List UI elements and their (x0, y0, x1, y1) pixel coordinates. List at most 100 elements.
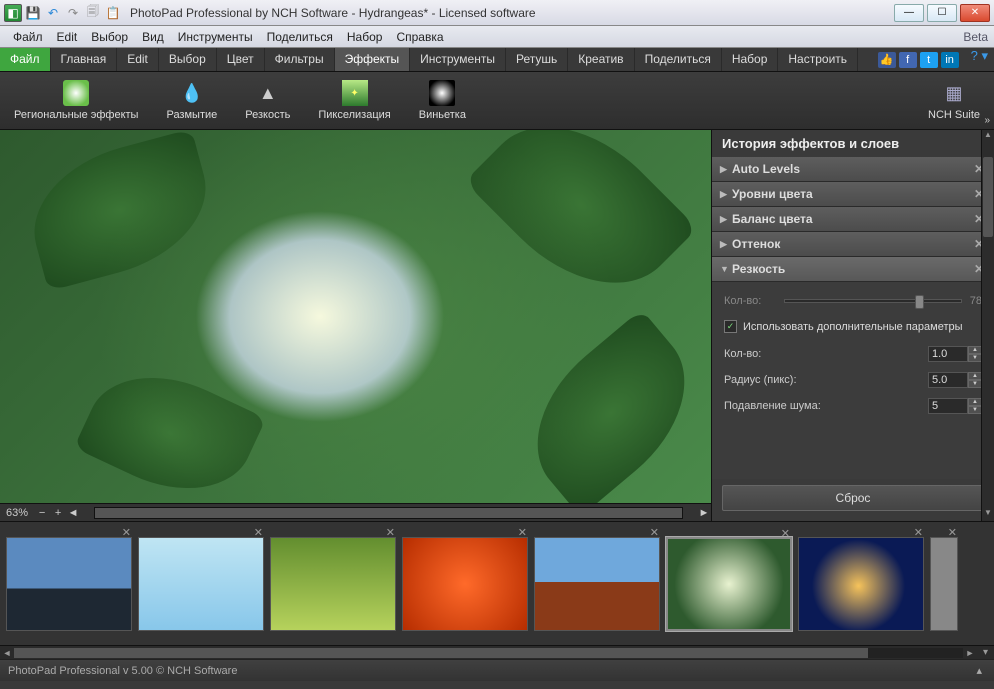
thumbnail-desert[interactable]: ✕ (534, 537, 660, 631)
menu-file[interactable]: Файл (6, 28, 50, 46)
save-icon[interactable]: 💾 (24, 4, 42, 22)
tab-креатив[interactable]: Креатив (568, 48, 634, 71)
tab-главная[interactable]: Главная (51, 48, 118, 71)
field-label-2: Подавление шума: (724, 400, 834, 412)
field-input-0[interactable] (928, 346, 968, 362)
layer-3[interactable]: ▶Оттенок✕ (712, 232, 994, 257)
tab-фильтры[interactable]: Фильтры (265, 48, 335, 71)
advanced-checkbox[interactable]: ✓ Использовать дополнительные параметры (724, 312, 982, 341)
thumbnail-hydrangeas[interactable]: ✕ (666, 537, 792, 631)
menu-tools[interactable]: Инструменты (171, 28, 260, 46)
twitter-icon[interactable]: t (920, 52, 938, 68)
amount-slider[interactable] (784, 299, 962, 303)
undo-icon[interactable]: ↶ (44, 4, 62, 22)
ribbon-blur-button[interactable]: 💧Размытие (152, 72, 231, 129)
sharp-icon: ▲ (255, 80, 281, 106)
spin-up-icon[interactable]: ▲ (968, 398, 982, 406)
field-input-1[interactable] (928, 372, 968, 388)
spin-down-icon[interactable]: ▼ (968, 406, 982, 414)
scroll-up-icon[interactable]: ▲ (982, 130, 994, 143)
panel-scrollbar[interactable]: ▲ ▼ (981, 130, 994, 521)
reset-button[interactable]: Сброс (722, 485, 984, 511)
ribbon-suite-button[interactable]: ▦NCH Suite (914, 72, 994, 129)
redo-icon[interactable]: ↷ (64, 4, 82, 22)
layer-name: Оттенок (732, 237, 972, 251)
thumb-collapse-icon[interactable]: ▾ (977, 647, 994, 658)
tab-ретушь[interactable]: Ретушь (506, 48, 568, 71)
menu-edit[interactable]: Edit (50, 28, 85, 46)
maximize-button[interactable]: ☐ (927, 4, 957, 22)
thumbnail-close-icon[interactable]: ✕ (518, 526, 527, 539)
tab-инструменты[interactable]: Инструменты (410, 48, 506, 71)
status-bar: PhotoPad Professional v 5.00 © NCH Softw… (0, 659, 994, 681)
minimize-button[interactable]: — (894, 4, 924, 22)
thumb-scroll-right-icon[interactable]: ► (963, 648, 977, 658)
ribbon-regional-button[interactable]: Региональные эффекты (0, 72, 152, 129)
thumbnail-close-icon[interactable]: ✕ (914, 526, 923, 539)
spin-down-icon[interactable]: ▼ (968, 354, 982, 362)
thumbnail-close-icon[interactable]: ✕ (122, 526, 131, 539)
like-icon[interactable]: 👍 (878, 52, 896, 68)
thumb-scroll-left-icon[interactable]: ◄ (0, 648, 14, 658)
scroll-down-icon[interactable]: ▼ (982, 508, 994, 521)
thumbnail-penguins[interactable]: ✕ (138, 537, 264, 631)
thumbnail-dahlia[interactable]: ✕ (402, 537, 528, 631)
status-expand-icon[interactable]: ▴ (972, 664, 986, 677)
tab-поделиться[interactable]: Поделиться (635, 48, 722, 71)
spin-up-icon[interactable]: ▲ (968, 346, 982, 354)
thumbnail-koala-partial[interactable]: ✕ (930, 537, 958, 631)
tab-набор[interactable]: Набор (722, 48, 779, 71)
help-icon[interactable]: ? ▾ (965, 48, 994, 71)
thumbnail-tulips[interactable]: ✕ (270, 537, 396, 631)
close-button[interactable]: ✕ (960, 4, 990, 22)
thumb-scrollbar[interactable]: ◄ ► ▾ (0, 645, 994, 659)
effects-history-panel: История эффектов и слоев ▶Auto Levels✕▶У… (711, 130, 994, 521)
hscroll-right-icon[interactable]: ► (697, 507, 711, 519)
tab-edit[interactable]: Edit (117, 48, 159, 71)
spin-down-icon[interactable]: ▼ (968, 380, 982, 388)
layer-0[interactable]: ▶Auto Levels✕ (712, 157, 994, 182)
ribbon-pixel-label: Пикселизация (318, 109, 390, 121)
hscroll-left-icon[interactable]: ◄ (66, 507, 80, 519)
field-label-0: Кол-во: (724, 348, 834, 360)
menu-select[interactable]: Выбор (84, 28, 135, 46)
tab-эффекты[interactable]: Эффекты (335, 48, 411, 71)
thumbnail-close-icon[interactable]: ✕ (650, 526, 659, 539)
paste-icon[interactable]: 📋 (104, 4, 122, 22)
thumbnail-lighthouse[interactable]: ✕ (6, 537, 132, 631)
image-canvas[interactable] (0, 130, 711, 503)
layer-4[interactable]: ▼Резкость✕ (712, 257, 994, 282)
ribbon-pixel-button[interactable]: Пикселизация (304, 72, 404, 129)
ribbon-blur-label: Размытие (166, 109, 217, 121)
menu-view[interactable]: Вид (135, 28, 171, 46)
thumbnail-close-icon[interactable]: ✕ (254, 526, 263, 539)
horizontal-scrollbar[interactable] (94, 507, 683, 519)
ribbon-regional-label: Региональные эффекты (14, 109, 138, 121)
vignette-icon (429, 80, 455, 106)
tab-настроить[interactable]: Настроить (778, 48, 858, 71)
zoom-in-button[interactable]: + (50, 507, 66, 519)
ribbon-sharp-button[interactable]: ▲Резкость (231, 72, 304, 129)
layer-2[interactable]: ▶Баланс цвета✕ (712, 207, 994, 232)
layer-1[interactable]: ▶Уровни цвета✕ (712, 182, 994, 207)
field-input-2[interactable] (928, 398, 968, 414)
ribbon-more-icon[interactable]: » (984, 115, 990, 126)
zoom-out-button[interactable]: − (34, 507, 50, 519)
spin-up-icon[interactable]: ▲ (968, 372, 982, 380)
ribbon-vignette-button[interactable]: Виньетка (405, 72, 480, 129)
copy-icon[interactable]: 🗐 (84, 4, 102, 22)
thumbnail-close-icon[interactable]: ✕ (781, 527, 790, 540)
thumbnail-close-icon[interactable]: ✕ (386, 526, 395, 539)
tab-file[interactable]: Файл (0, 48, 51, 71)
thumbnail-close-icon[interactable]: ✕ (948, 526, 957, 539)
menu-help[interactable]: Справка (389, 28, 450, 46)
linkedin-icon[interactable]: in (941, 52, 959, 68)
menu-share[interactable]: Поделиться (260, 28, 340, 46)
window-title: PhotoPad Professional by NCH Software - … (130, 6, 536, 20)
menu-bar: Файл Edit Выбор Вид Инструменты Поделить… (0, 26, 994, 48)
menu-set[interactable]: Набор (340, 28, 390, 46)
thumbnail-jellyfish[interactable]: ✕ (798, 537, 924, 631)
facebook-icon[interactable]: f (899, 52, 917, 68)
tab-цвет[interactable]: Цвет (217, 48, 265, 71)
tab-выбор[interactable]: Выбор (159, 48, 217, 71)
